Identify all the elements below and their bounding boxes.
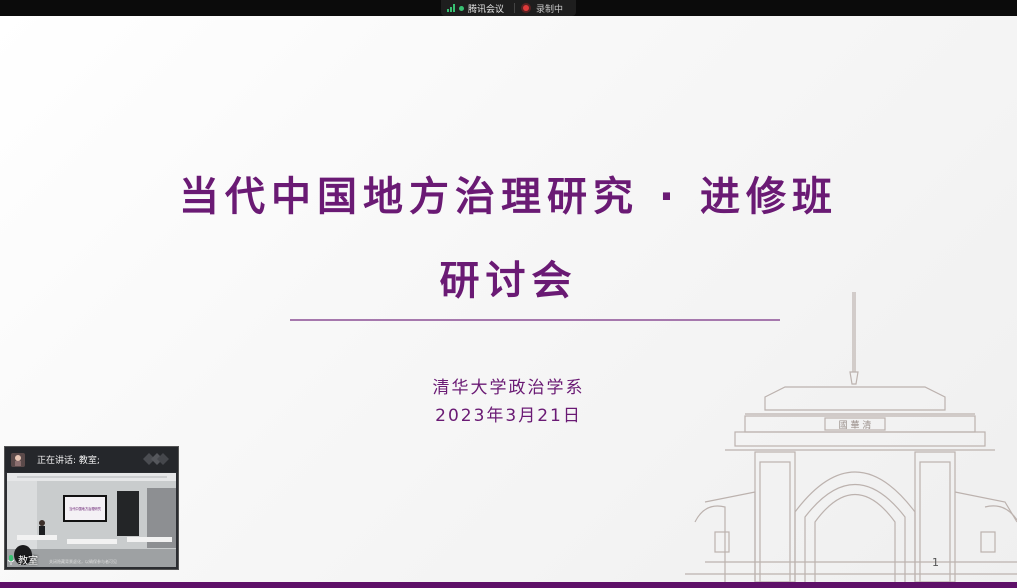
connection-dot-icon (459, 5, 464, 11)
video-header: 正在讲话: 教室; (5, 447, 178, 472)
slide-title: 当代中国地方治理研究 · 进修班 (178, 174, 839, 220)
microphone-icon (7, 554, 15, 565)
screen-caption: 当代中国地方治理研究 (69, 506, 102, 511)
video-caption: 关闭隐藏背景虚化，以确保参与者可见 (49, 559, 117, 564)
signal-icon (447, 4, 455, 12)
recording-status[interactable]: 录制中 (536, 2, 563, 15)
participant-name-tag: 教室 (7, 552, 38, 567)
record-icon (523, 5, 530, 11)
speaking-indicator: 正在讲话: 教室; (37, 456, 100, 466)
diamond-logo-icon (143, 453, 169, 465)
slide-bottom-bar (0, 582, 1017, 588)
svg-text:國 華 清: 國 華 清 (839, 419, 872, 431)
meeting-status-pill[interactable]: 腾讯会议 录制中 (441, 0, 576, 16)
divider (514, 3, 516, 13)
page-number: 1 (932, 556, 939, 569)
participant-name: 教室 (18, 556, 38, 567)
meeting-app-name: 腾讯会议 (468, 4, 505, 15)
participant-video-tile[interactable]: 正在讲话: 教室; 当代中国地方治理研究 教室 关闭隐藏背景虚化，以确保参与者可… (4, 446, 179, 570)
top-bar: 腾讯会议 录制中 (0, 0, 1017, 16)
university-gate-illustration: 國 華 清 (685, 292, 1017, 582)
speaker-avatar (11, 452, 25, 467)
